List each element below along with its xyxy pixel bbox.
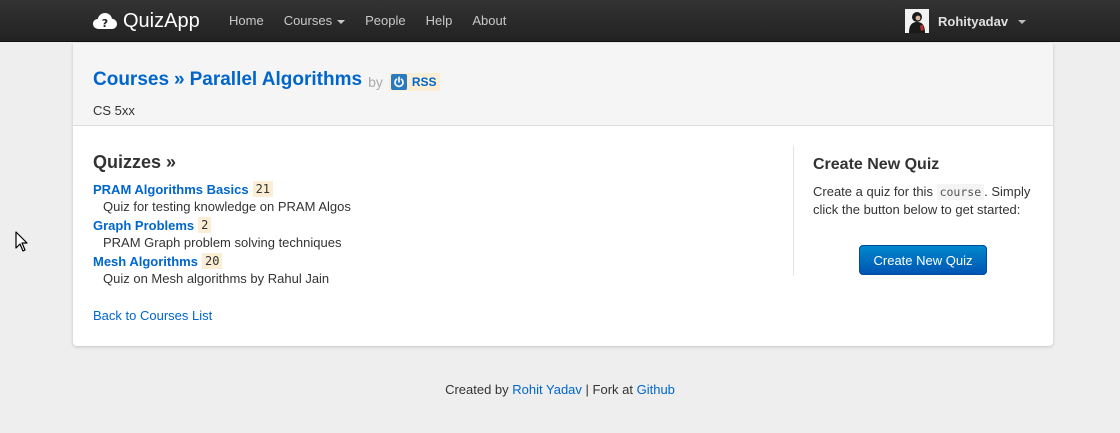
main-container: Courses » Parallel Algorithms by RSS CS … — [73, 43, 1053, 346]
quiz-link[interactable]: PRAM Algorithms Basics — [93, 182, 249, 197]
course-code: CS 5xx — [93, 103, 135, 118]
rss-link[interactable]: RSS — [388, 73, 440, 91]
caret-down-icon — [337, 19, 346, 24]
nav-about-label: About — [472, 13, 507, 28]
question-count-badge: 2 — [198, 217, 212, 233]
quiz-link[interactable]: Graph Problems — [93, 218, 194, 233]
nav-about[interactable]: About — [462, 0, 516, 42]
nav-home[interactable]: Home — [219, 0, 274, 42]
quizzes-section: Quizzes » PRAM Algorithms Basics 21 Quiz… — [93, 152, 783, 288]
mouse-cursor-icon — [15, 231, 28, 252]
course-code-tag: course — [936, 184, 985, 200]
content-body: Quizzes » PRAM Algorithms Basics 21 Quiz… — [73, 126, 1053, 345]
rss-label: RSS — [411, 75, 437, 89]
nav-people[interactable]: People — [355, 0, 415, 42]
breadcrumb-separator: » — [174, 69, 185, 90]
breadcrumb-courses-link[interactable]: Courses — [93, 69, 169, 91]
quiz-description: PRAM Graph problem solving techniques — [103, 235, 342, 250]
list-item: Mesh Algorithms 20 Quiz on Mesh algorith… — [93, 252, 783, 288]
quiz-list: PRAM Algorithms Basics 21 Quiz for testi… — [93, 180, 783, 288]
quiz-description: Quiz for testing knowledge on PRAM Algos — [103, 199, 351, 214]
create-quiz-text: Create a quiz for this course. Simply cl… — [813, 183, 1033, 219]
nav-courses-dropdown[interactable]: Courses — [274, 0, 355, 42]
question-count-badge: 21 — [252, 181, 274, 197]
nav-help-label: Help — [425, 13, 453, 28]
footer: Created by Rohit Yadav | Fork at Github — [0, 382, 1120, 397]
github-link[interactable]: Github — [637, 382, 675, 397]
course-title-row: Courses » Parallel Algorithms by RSS — [93, 69, 1033, 91]
course-title-link[interactable]: Parallel Algorithms — [190, 69, 362, 91]
svg-text:?: ? — [102, 17, 108, 30]
create-quiz-text-before: Create a quiz for this — [813, 184, 933, 199]
cloud-question-icon: ? — [93, 13, 117, 30]
user-name: Rohityadav — [938, 13, 1009, 29]
power-icon — [390, 74, 407, 90]
brand-link[interactable]: ? QuizApp — [93, 8, 200, 34]
footer-created-by: Created by — [445, 382, 509, 397]
by-label: by — [368, 74, 383, 90]
list-item: PRAM Algorithms Basics 21 Quiz for testi… — [93, 180, 783, 216]
create-quiz-heading: Create New Quiz — [813, 156, 940, 173]
brand-name: QuizApp — [123, 9, 200, 32]
nav-help[interactable]: Help — [416, 0, 463, 42]
create-quiz-panel: Create New Quiz Create a quiz for this c… — [813, 156, 1033, 275]
question-count-badge: 20 — [201, 253, 223, 269]
column-divider — [793, 146, 794, 276]
footer-fork-text: | Fork at — [585, 382, 633, 397]
user-menu[interactable]: Rohityadav — [905, 9, 1027, 33]
back-to-courses-link[interactable]: Back to Courses List — [93, 308, 212, 323]
caret-down-icon — [1018, 19, 1027, 24]
course-header: Courses » Parallel Algorithms by RSS CS … — [73, 43, 1053, 126]
navbar: ? QuizApp Home Courses People Help About… — [0, 0, 1120, 42]
main-nav: Home Courses People Help About — [219, 0, 516, 42]
nav-home-label: Home — [229, 13, 264, 28]
quiz-link[interactable]: Mesh Algorithms — [93, 254, 198, 269]
author-link[interactable]: Rohit Yadav — [512, 382, 582, 397]
quiz-description: Quiz on Mesh algorithms by Rahul Jain — [103, 271, 330, 286]
create-new-quiz-button[interactable]: Create New Quiz — [859, 245, 987, 275]
nav-people-label: People — [365, 13, 406, 28]
quizzes-heading: Quizzes » — [93, 152, 177, 172]
nav-courses-label: Courses — [283, 13, 333, 28]
avatar — [905, 9, 929, 33]
list-item: Graph Problems 2 PRAM Graph problem solv… — [93, 216, 783, 252]
